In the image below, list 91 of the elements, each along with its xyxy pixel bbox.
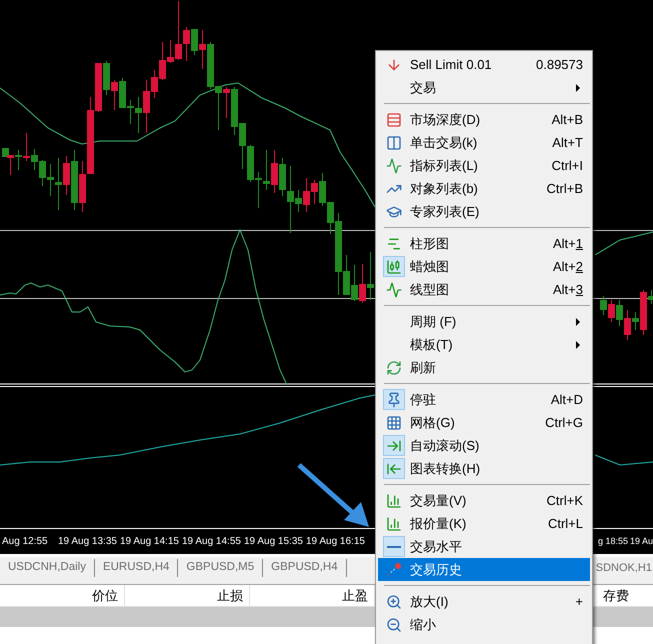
menu-label: 周期 (F) [410, 312, 458, 331]
time-label: 19 Au [630, 534, 653, 548]
menu-item[interactable]: 周期 (F) [378, 310, 590, 333]
menu-label: 线型图 [410, 280, 450, 299]
time-label: 19 Aug 14:15 [119, 535, 180, 549]
volume-chart-icon [386, 516, 402, 532]
time-label: 19 Aug 14:55 [181, 535, 242, 549]
menu-label: 放大(I) [410, 592, 450, 611]
moving-average-line [594, 232, 653, 256]
menu-item[interactable]: 线型图 Alt+3 [378, 278, 590, 301]
menu-label: 网格(G) [410, 414, 456, 432]
menu-label: 自动滚动(S) [410, 436, 480, 455]
refresh-icon [386, 360, 402, 376]
shortcut-text: Ctrl+B [546, 180, 583, 198]
graduation-cap-icon [386, 204, 402, 220]
chart-tab[interactable]: USDCNH,Daily [0, 559, 95, 577]
menu-label: 交易历史 [410, 560, 463, 579]
shortcut-text: Alt+B [552, 110, 583, 129]
menu-item[interactable]: 交易 [378, 76, 590, 99]
zoom-out-icon [386, 616, 402, 632]
line-chart-icon [386, 282, 402, 298]
menu-item[interactable]: 模板(T) [378, 333, 590, 356]
menu-item[interactable]: 单击交易(k) Alt+T [378, 131, 590, 154]
chart-tab[interactable]: GBPUSD,M5 [178, 559, 264, 577]
menu-item[interactable]: 刷新 [378, 356, 590, 379]
menu-item[interactable]: 交易水平 [378, 535, 590, 558]
menu-label: 缩小 [410, 616, 437, 634]
time-label: 19 Aug 13:35 [57, 535, 118, 549]
list-icon [386, 112, 402, 128]
grid-icon [386, 414, 402, 430]
shortcut-text: Ctrl+L [548, 514, 583, 533]
shortcut-text: Ctrl+K [546, 492, 583, 510]
menu-label: 刷新 [410, 358, 437, 377]
menu-item[interactable]: 网格(G) Ctrl+G [378, 411, 590, 434]
panel-icon [386, 134, 402, 150]
menu-label: 蜡烛图 [410, 258, 450, 276]
column-header: 止损 [125, 585, 250, 606]
menu-label: 交易水平 [410, 538, 463, 556]
time-label: g 18:55 [598, 534, 628, 548]
menu-item[interactable]: 对象列表(b) Ctrl+B [378, 177, 590, 200]
time-label: Aug 12:55 [1, 535, 49, 549]
menu-item[interactable]: 指标列表(L) Ctrl+I [378, 154, 590, 177]
menu-label: 单击交易(k) [410, 134, 478, 152]
menu-item[interactable]: 专家列表(E) [378, 200, 590, 223]
time-label: 19 Aug 15:35 [243, 535, 304, 549]
menu-label: 模板(T) [410, 336, 454, 354]
menu-item[interactable]: Sell Limit 0.01 0.89573 [378, 53, 590, 76]
volume-chart-icon [386, 492, 402, 508]
menu-label: 报价量(K) [410, 514, 468, 533]
menu-item[interactable]: 图表转换(H) [378, 457, 590, 480]
trade-arrow-icon [386, 562, 402, 578]
time-label: 19 Aug 16:15 [305, 535, 366, 549]
menu-label: 市场深度(D) [410, 110, 482, 129]
shortcut-text: Alt+D [550, 390, 583, 409]
bar-chart-icon [386, 236, 402, 252]
shortcut-text: Alt+2 [553, 258, 583, 276]
menu-item[interactable]: 自动滚动(S) [378, 434, 590, 457]
menu-label: 交易量(V) [410, 492, 468, 510]
menu-item[interactable]: 缩小 [378, 613, 590, 636]
menu-label: 停驻 [410, 390, 437, 409]
shortcut-text: Alt+3 [553, 280, 583, 299]
menu-item[interactable]: 交易历史 [378, 558, 590, 581]
indicator-icon [386, 158, 402, 174]
column-header: 存费 [603, 587, 630, 605]
menu-item[interactable]: 蜡烛图 Alt+2 [378, 255, 590, 278]
indicator-line [594, 454, 653, 466]
shortcut-text: Alt+T [552, 134, 583, 152]
zoom-in-icon [386, 594, 402, 610]
shortcut-text: + [575, 592, 583, 611]
menu-label: 对象列表(b) [410, 180, 479, 198]
menu-label: 专家列表(E) [410, 202, 480, 221]
chart-tab[interactable]: GBPUSD,H4 [263, 559, 347, 577]
column-header: 价位 [0, 585, 125, 606]
menu-item[interactable]: 报价量(K) Ctrl+L [378, 512, 590, 535]
menu-item[interactable]: 市场深度(D) Alt+B [378, 108, 590, 131]
menu-item[interactable]: 柱形图 Alt+1 [378, 232, 590, 255]
menu-label: 柱形图 [410, 234, 450, 253]
shortcut-text: Ctrl+G [545, 414, 583, 432]
menu-item[interactable]: 放大(I) + [378, 590, 590, 613]
menu-item[interactable]: 停驻 Alt+D [378, 388, 590, 411]
menu-label: Sell Limit 0.01 [410, 56, 493, 74]
menu-label: 指标列表(L) [410, 156, 479, 175]
chart-tab[interactable]: SDNOK,H1 [596, 560, 653, 576]
menu-label: 图表转换(H) [410, 460, 482, 478]
chart-tab[interactable]: EURUSD,H4 [94, 559, 178, 577]
menu-label: 交易 [410, 78, 437, 97]
level-line-icon [387, 546, 401, 548]
shortcut-text: Ctrl+I [552, 156, 583, 175]
shortcut-text: 0.89573 [536, 56, 583, 74]
menu-item[interactable]: 交易量(V) Ctrl+K [378, 489, 590, 512]
shortcut-text: Alt+1 [553, 234, 583, 253]
